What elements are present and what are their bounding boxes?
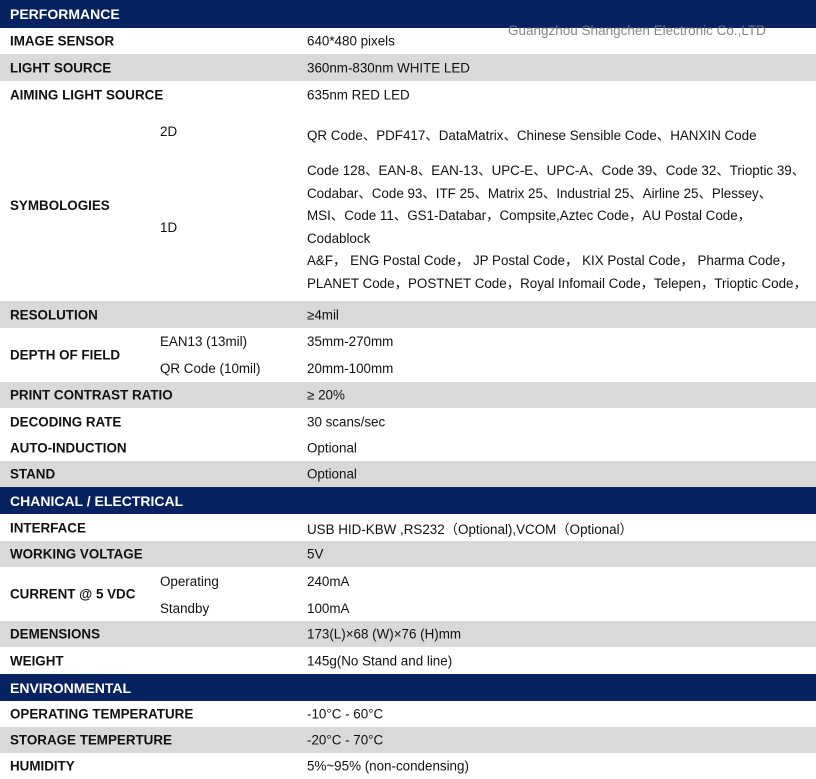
symbology-1d-line: PLANET Code，POSTNET Code，Royal Infomail …: [307, 275, 807, 291]
symbology-2d-label: 2D: [160, 124, 178, 139]
spec-value: 360nm-830nm WHITE LED: [307, 60, 470, 75]
spec-sub-label: Standby: [160, 601, 210, 616]
spec-value: 173(L)×68 (W)×76 (H)mm: [307, 626, 462, 642]
section-header-environmental: ENVIRONMENTAL: [0, 674, 816, 701]
spec-row-storage-temperature: STORAGE TEMPERTURE -20°C - 70°C: [0, 727, 816, 753]
spec-row-decoding-rate: DECODING RATE 30 scans/sec: [0, 408, 816, 435]
spec-value: ≥ 20%: [307, 387, 345, 403]
spec-label: DEPTH OF FIELD: [10, 347, 121, 363]
symbology-1d-line: Code 128、EAN-8、EAN-13、UPC-E、UPC-A、Code 3…: [307, 163, 806, 178]
spec-value: 635nm RED LED: [307, 87, 410, 102]
spec-row-current: CURRENT @ 5 VDC Operating 240mA Standby …: [0, 567, 816, 621]
section-title: PERFORMANCE: [10, 6, 120, 22]
spec-value: 30 scans/sec: [307, 414, 386, 429]
section-title: CHANICAL / ELECTRICAL: [10, 492, 184, 509]
symbology-1d-line: A&F， ENG Postal Code， JP Postal Code， KI…: [307, 253, 794, 269]
spec-row-aiming-light-source: AIMING LIGHT SOURCE 635nm RED LED: [0, 81, 816, 108]
spec-sub-label: QR Code (10mil): [160, 361, 261, 376]
symbology-1d-line: Codabar、Code 93、ITF 25、Matrix 25、Industr…: [307, 185, 773, 201]
spec-row-operating-temperature: OPERATING TEMPERATURE -10°C - 60°C: [0, 701, 816, 727]
spec-label: CURRENT @ 5 VDC: [10, 586, 136, 602]
spec-label: WEIGHT: [10, 653, 64, 668]
spec-label: HUMIDITY: [10, 758, 75, 774]
spec-row-dimensions: DEMENSIONS 173(L)×68 (W)×76 (H)mm: [0, 621, 816, 647]
spec-row-resolution: RESOLUTION ≥4mil: [0, 301, 816, 328]
spec-value: 20mm-100mm: [307, 361, 394, 376]
spec-row-symbologies: SYMBOLOGIES 2D QR Code、PDF417、DataMatrix…: [0, 108, 816, 314]
spec-label: RESOLUTION: [10, 307, 98, 322]
spec-row-stand: STAND Optional: [0, 461, 816, 487]
spec-value: Optional: [307, 466, 357, 482]
spec-row-depth-of-field: DEPTH OF FIELD EAN13 (13mil) 35mm-270mm …: [0, 328, 816, 382]
spec-value: 145g(No Stand and line): [307, 653, 453, 668]
symbology-2d-value: QR Code、PDF417、DataMatrix、Chinese Sensib…: [307, 128, 757, 143]
spec-label: DEMENSIONS: [10, 626, 101, 642]
spec-row-humidity: HUMIDITY 5%~95% (non-condensing): [0, 753, 816, 779]
spec-row-interface: INTERFACE USB HID-KBW ,RS232（Optional),V…: [0, 514, 816, 541]
spec-label: INTERFACE: [10, 520, 86, 535]
section-title: ENVIRONMENTAL: [10, 679, 132, 696]
spec-value: Optional: [307, 440, 357, 456]
spec-value: 640*480 pixels: [307, 33, 395, 49]
symbology-1d-label: 1D: [160, 220, 178, 235]
spec-value: 5%~95% (non-condensing): [307, 758, 469, 774]
symbology-1d-line: MSI、Code 11、GS1-Databar，Compsite,Aztec C…: [307, 208, 752, 246]
spec-label: STORAGE TEMPERTURE: [10, 732, 172, 748]
spec-row-light-source: LIGHT SOURCE 360nm-830nm WHITE LED: [0, 54, 816, 81]
spec-sub-label: EAN13 (13mil): [160, 334, 248, 349]
spec-value: -20°C - 70°C: [307, 732, 384, 748]
spec-row-working-voltage: WORKING VOLTAGE 5V: [0, 541, 816, 567]
spec-label: DECODING RATE: [10, 414, 122, 429]
spec-sub-label: Operating: [160, 574, 219, 589]
spec-value: 100mA: [307, 601, 350, 616]
spec-row-print-contrast-ratio: PRINT CONTRAST RATIO ≥ 20%: [0, 382, 816, 408]
spec-label: AUTO-INDUCTION: [10, 440, 127, 456]
spec-label: SYMBOLOGIES: [10, 198, 110, 213]
spec-value: 5V: [307, 546, 324, 562]
spec-value: ≥4mil: [307, 307, 339, 322]
spec-label: AIMING LIGHT SOURCE: [10, 87, 164, 102]
spec-value: 35mm-270mm: [307, 334, 394, 349]
spec-row-weight: WEIGHT 145g(No Stand and line): [0, 647, 816, 674]
spec-value: 240mA: [307, 574, 350, 589]
spec-label: STAND: [10, 466, 56, 482]
spec-label: PRINT CONTRAST RATIO: [10, 387, 173, 403]
spec-value: -10°C - 60°C: [307, 706, 384, 722]
spec-label: LIGHT SOURCE: [10, 60, 112, 75]
symbology-1d-value: Code 128、EAN-8、EAN-13、UPC-E、UPC-A、Code 3…: [307, 160, 812, 318]
spec-row-auto-induction: AUTO-INDUCTION Optional: [0, 435, 816, 461]
company-watermark: Guangzhou Shangchen Electronic Co.,LTD: [508, 23, 766, 38]
spec-value: USB HID-KBW ,RS232（Optional),VCOM（Option…: [307, 521, 633, 537]
section-header-electrical: CHANICAL / ELECTRICAL: [0, 487, 816, 514]
spec-label: WORKING VOLTAGE: [10, 546, 143, 562]
spec-label: IMAGE SENSOR: [10, 33, 115, 49]
spec-label: OPERATING TEMPERATURE: [10, 706, 194, 722]
